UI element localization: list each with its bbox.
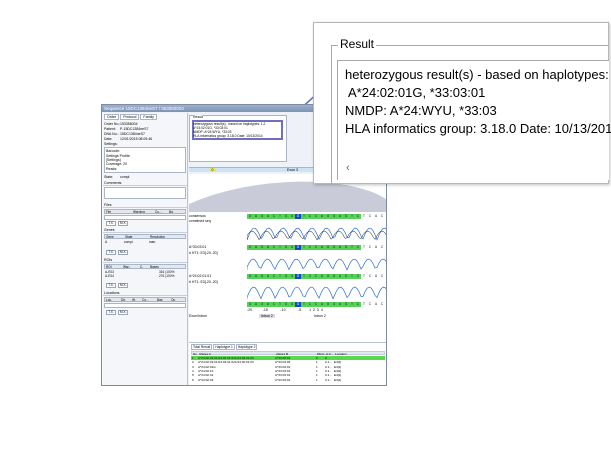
left-tabs: Order Protocol Family: [104, 114, 157, 120]
genes-mx-button[interactable]: M.X.: [118, 250, 128, 255]
state-row: State: compl.: [104, 175, 131, 179]
result-legend: Result: [338, 37, 377, 51]
chromatogram-3: [247, 286, 386, 300]
allele-2-label: A*24:02:01:01: [189, 274, 212, 278]
consensus-bases: GAGACTGGGTCCAGGAGTCTCAC: [247, 214, 385, 219]
locations-tx-button[interactable]: T.X.: [106, 310, 116, 315]
result-line: heterozygous result(s) - based on haplot…: [345, 67, 611, 82]
settings-box[interactable]: Barcode: Settings Profile: [Settings] Co…: [104, 147, 186, 173]
settings-label: Settings:: [104, 142, 118, 146]
result-panel-zoomed: Result heterozygous result(s) - based on…: [313, 22, 611, 185]
chromatogram-2: [247, 258, 386, 271]
result-line: NMDP: A*24:WYU, *33:03: [345, 103, 497, 118]
exon-label: Exon 3: [287, 168, 298, 172]
tab-total-result[interactable]: Total Result: [191, 344, 213, 350]
files-scrollbar[interactable]: [104, 215, 186, 220]
tab-protocol[interactable]: Protocol: [120, 114, 140, 120]
dna-no-row: DNA No.:15DC1384neS7: [104, 132, 145, 136]
base-cell[interactable]: C: [379, 274, 385, 279]
comments-field[interactable]: [104, 187, 186, 199]
roi-row[interactable]: A-E04 276 (100%: [104, 274, 186, 278]
table-row[interactable]: 6 A*24:02:32 A*33:03:01 1 0.1... E3[1]: [191, 378, 385, 382]
results-table-panel: Total Result Haplotype 1 Haplotype 2 No …: [189, 342, 386, 385]
results-table-header: No Alleles A Alleles B Mism. G.F... Loca…: [191, 351, 385, 356]
result-line: HLA informatics group: 3.18.0 Date: 10/1…: [345, 121, 611, 136]
tab-family[interactable]: Family: [140, 114, 157, 120]
ruler: -20 -15 -10 -5 1 2 3 4: [247, 308, 323, 312]
intron-label: Intron 2: [314, 314, 326, 318]
locations-scrollbar[interactable]: [104, 303, 186, 308]
genes-tx-button[interactable]: T.X.: [106, 250, 116, 255]
exon-intron-select[interactable]: Exon/Intron: [189, 314, 207, 318]
result-line: HLA informatics group: 3.18.0 Date: 10/1…: [193, 134, 263, 138]
rois-table-header: ROI War... C. Bases: [104, 264, 186, 269]
allele-1-label: A*33:03:01: [189, 245, 207, 249]
files-mx-button[interactable]: M.X.: [118, 221, 128, 226]
tab-order[interactable]: Order: [104, 114, 120, 120]
rois-mx-button[interactable]: M.X.: [118, 283, 128, 288]
genes-header: Genes: [103, 228, 187, 233]
exon-number: 0: [209, 168, 216, 172]
tab-haplotype-1[interactable]: Haplotype 1: [213, 344, 235, 350]
filter-1[interactable]: # HT1: E3[-20..20]: [189, 251, 218, 255]
results-tabs: Total Result Haplotype 1 Haplotype 2: [191, 344, 258, 350]
files-header: Files: [103, 203, 187, 208]
left-pane: Order Protocol Family Order No.:15335600…: [102, 113, 188, 385]
selected-bases: GAGACTGGGTCCAGGAGTCTCAC: [247, 302, 385, 307]
base-cell[interactable]: C: [379, 245, 385, 250]
intron-label: Intron 2: [259, 314, 275, 318]
genes-table-header: Gene State Resolution: [104, 234, 186, 239]
tab-haplotype-2[interactable]: Haplotype 2: [235, 344, 258, 350]
scroll-left-icon[interactable]: ‹: [346, 162, 350, 174]
allele-1-bases: GAGACTGGGTCCAGGAGTCTCAC: [247, 245, 385, 250]
result-legend-small: Result: [193, 115, 203, 119]
result-text-box: heterozygous result(s) - based on haplot…: [337, 60, 611, 180]
result-panel-small: Result heterozygous result(s) - based on…: [189, 115, 287, 162]
locations-table-header: Loc. Dir. W. Co... Bas Qu: [104, 297, 186, 302]
date-row: Date: 12/01/2015 08:09:46: [104, 137, 153, 141]
chromatogram-1: [247, 227, 386, 241]
combined-seq-label: combined seq: [189, 219, 211, 223]
base-cell[interactable]: C: [379, 214, 385, 219]
gene-row[interactable]: A compl. man.: [104, 240, 186, 244]
allele-2-bases: GAGACTGGGTCCAGGAGTCTCAC: [247, 274, 385, 279]
base-cell[interactable]: C: [379, 302, 385, 307]
locations-header: Locations: [103, 291, 187, 296]
locations-mx-button[interactable]: M.X.: [118, 310, 128, 315]
rois-header: ROIs: [103, 258, 187, 263]
filter-2[interactable]: # HT1: E3[-20..20]: [189, 280, 218, 284]
files-table-header: File Warning Co... Ba: [104, 209, 186, 214]
consensus-label: consensus: [189, 214, 206, 218]
rois-tx-button[interactable]: T.X.: [106, 283, 116, 288]
files-tx-button[interactable]: T.X.: [106, 221, 116, 226]
order-no-row: Order No.:153356004: [104, 122, 138, 126]
comments-header: Comments: [103, 181, 187, 186]
patient-row: Patient: P-15DC1384neS7: [104, 127, 149, 131]
result-line: A*24:02:01G, *33:03:01: [348, 85, 486, 100]
sequence-view[interactable]: consensus combined seq GAGACTGGGTCCAGGAG…: [189, 174, 386, 344]
